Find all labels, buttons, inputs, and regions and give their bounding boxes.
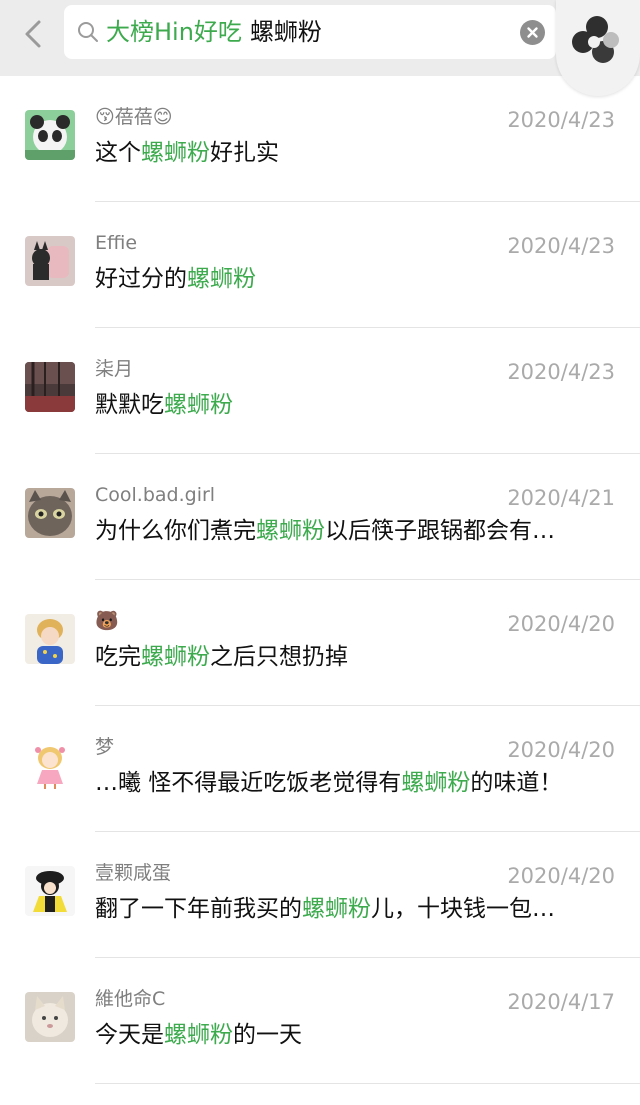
timestamp: 2020/4/23	[507, 234, 615, 258]
result-list: 😚蓓蓓😊 2020/4/23 这个螺蛳粉好扎实 Effie 2020/4/23 …	[0, 76, 640, 1084]
avatar[interactable]	[25, 992, 75, 1042]
nickname: 😚蓓蓓😊	[95, 106, 173, 128]
result-item[interactable]: Cool.bad.girl 2020/4/21 为什么你们煮完螺蛳粉以后筷子跟锅…	[0, 454, 640, 580]
chevron-left-icon	[25, 20, 41, 48]
timestamp: 2020/4/21	[507, 486, 615, 510]
close-icon	[527, 27, 538, 38]
keyword-highlight: 螺蛳粉	[401, 770, 471, 796]
timestamp: 2020/4/23	[507, 108, 615, 132]
keyword-highlight: 螺蛳粉	[164, 392, 233, 418]
result-item[interactable]: 柒月 2020/4/23 默默吃螺蛳粉	[0, 328, 640, 454]
keyword-highlight: 螺蛳粉	[256, 518, 325, 544]
result-item[interactable]: 維他命C 2020/4/17 今天是螺蛳粉的一天	[0, 958, 640, 1084]
keyword-highlight: 螺蛳粉	[164, 1022, 233, 1048]
avatar[interactable]	[25, 488, 75, 538]
nickname: Cool.bad.girl	[95, 484, 216, 506]
keyword-highlight: 螺蛳粉	[141, 644, 210, 670]
result-item[interactable]: 🐻 2020/4/20 吃完螺蛳粉之后只想扔掉	[0, 580, 640, 706]
result-item[interactable]: 😚蓓蓓😊 2020/4/23 这个螺蛳粉好扎实	[0, 76, 640, 202]
search-icon	[78, 22, 98, 42]
keyword-highlight: 螺蛳粉	[141, 140, 210, 166]
message-snippet: 今天是螺蛳粉的一天	[95, 1022, 302, 1048]
avatar[interactable]	[25, 866, 75, 916]
result-item[interactable]: 壹颗咸蛋 2020/4/20 翻了一下年前我买的螺蛳粉儿，十块钱一包…	[0, 832, 640, 958]
nickname: 柒月	[95, 358, 134, 380]
keyword-highlight: 螺蛳粉	[302, 896, 371, 922]
timestamp: 2020/4/23	[507, 360, 615, 384]
mini-program-icon	[572, 16, 619, 63]
message-snippet: 吃完螺蛳粉之后只想扔掉	[95, 644, 348, 670]
avatar[interactable]	[25, 614, 75, 664]
back-button[interactable]	[14, 14, 54, 54]
search-keyword: 螺蛳粉	[249, 18, 322, 46]
avatar[interactable]	[25, 110, 75, 160]
avatar[interactable]	[25, 362, 75, 412]
message-snippet: 翻了一下年前我买的螺蛳粉儿，十块钱一包…	[95, 896, 555, 922]
nickname: 壹颗咸蛋	[95, 862, 172, 884]
message-snippet: 这个螺蛳粉好扎实	[95, 140, 279, 166]
message-snippet: 好过分的螺蛳粉	[95, 266, 256, 292]
nickname: 🐻	[95, 610, 119, 632]
message-snippet: …曦 怪不得最近吃饭老觉得有螺蛳粉的味道！	[95, 770, 563, 796]
search-query: 大榜Hin好吃 螺蛳粉	[106, 17, 322, 47]
clear-button[interactable]	[520, 20, 545, 45]
search-header: 大榜Hin好吃 螺蛳粉	[0, 0, 640, 96]
timestamp: 2020/4/20	[507, 612, 615, 636]
nickname: 梦	[95, 736, 115, 758]
timestamp: 2020/4/17	[507, 990, 615, 1014]
message-snippet: 为什么你们煮完螺蛳粉以后筷子跟锅都会有…	[95, 518, 555, 544]
message-snippet: 默默吃螺蛳粉	[95, 392, 233, 418]
nickname: 維他命C	[95, 988, 166, 1010]
search-tag[interactable]: 大榜Hin好吃	[106, 18, 242, 46]
result-item[interactable]: 梦 2020/4/20 …曦 怪不得最近吃饭老觉得有螺蛳粉的味道！	[0, 706, 640, 832]
timestamp: 2020/4/20	[507, 738, 615, 762]
avatar[interactable]	[25, 236, 75, 286]
avatar[interactable]	[25, 740, 75, 790]
keyword-highlight: 螺蛳粉	[187, 266, 256, 292]
nickname: Effie	[95, 232, 138, 254]
result-item[interactable]: Effie 2020/4/23 好过分的螺蛳粉	[0, 202, 640, 328]
divider	[95, 1083, 640, 1084]
search-input[interactable]: 大榜Hin好吃 螺蛳粉	[64, 5, 556, 59]
timestamp: 2020/4/20	[507, 864, 615, 888]
